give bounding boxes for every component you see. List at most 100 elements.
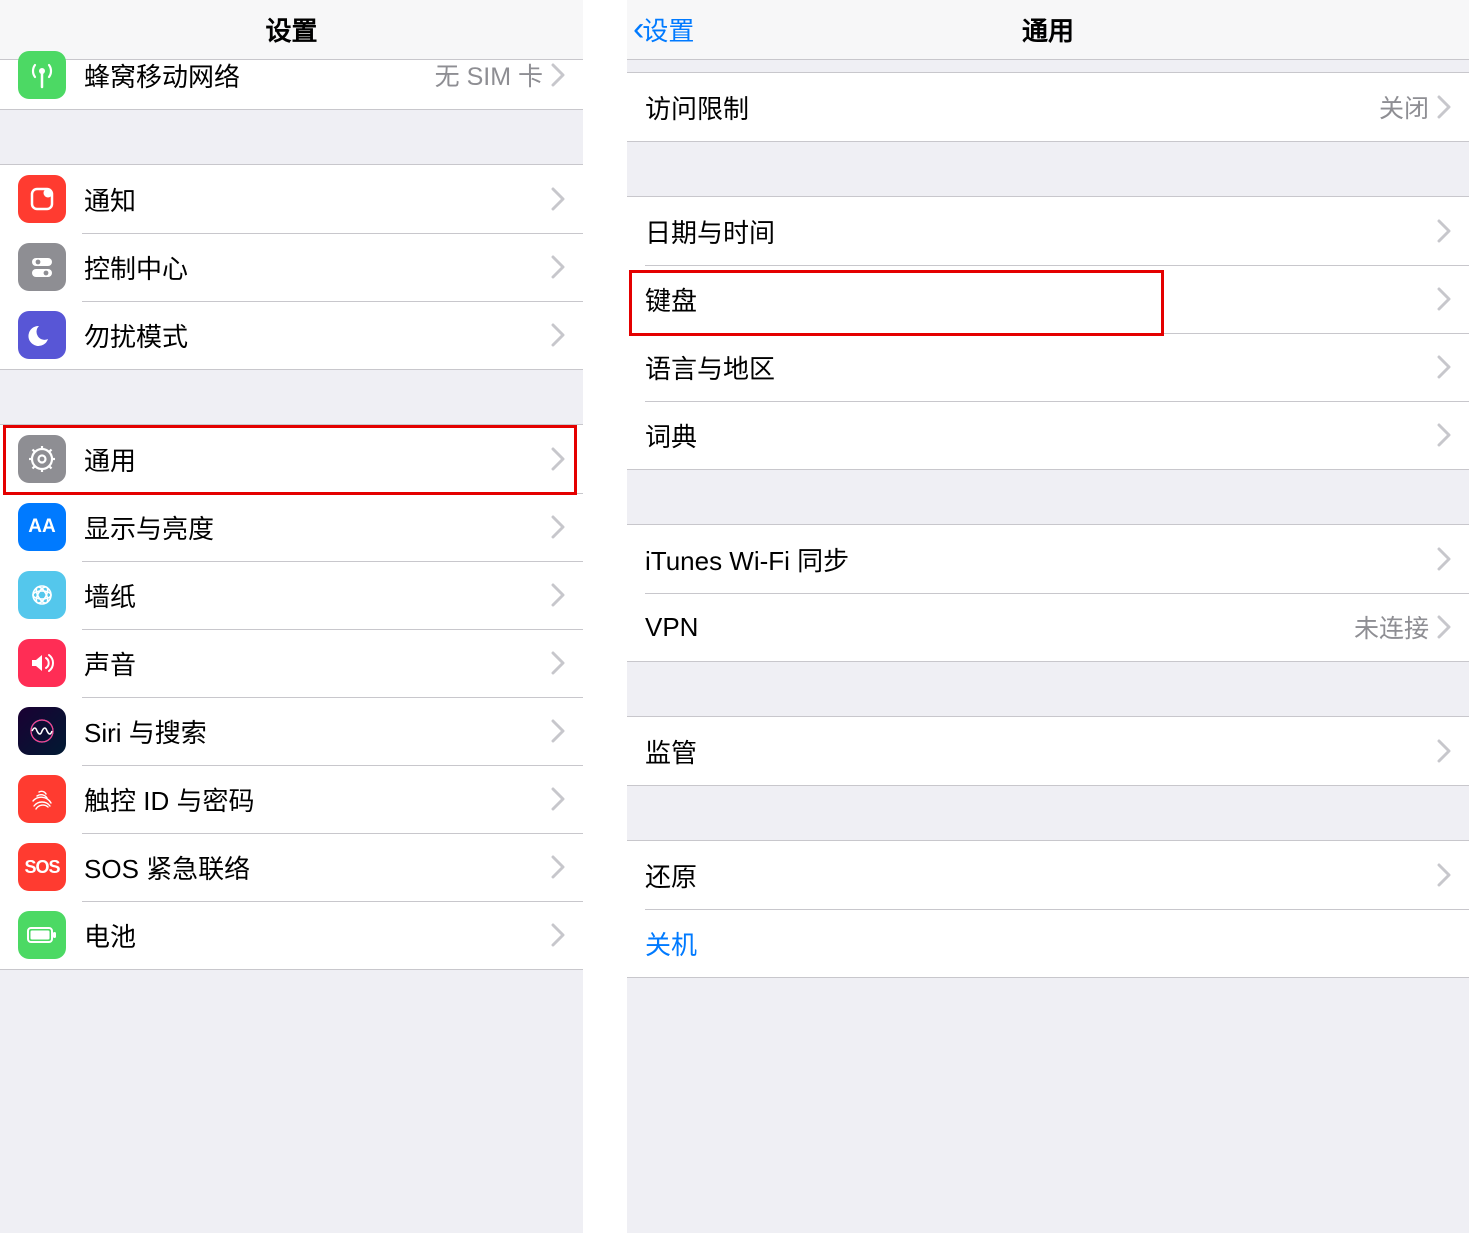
row-label: SOS 紧急联络 bbox=[84, 849, 551, 886]
group-spacer bbox=[627, 786, 1469, 840]
row-restrictions[interactable]: 访问限制 关闭 bbox=[627, 73, 1469, 141]
row-touchid[interactable]: 触控 ID 与密码 bbox=[0, 765, 583, 833]
dnd-icon bbox=[18, 311, 66, 359]
row-label: 声音 bbox=[84, 645, 551, 682]
group-spacer bbox=[0, 370, 583, 424]
navbar: ‹ 设置 通用 bbox=[627, 0, 1469, 60]
cellular-icon bbox=[18, 51, 66, 99]
chevron-right-icon bbox=[1437, 355, 1451, 379]
control-center-icon bbox=[18, 243, 66, 291]
screenshot-gap bbox=[583, 0, 627, 1233]
row-control-center[interactable]: 控制中心 bbox=[0, 233, 583, 301]
group-spacer bbox=[627, 662, 1469, 716]
settings-group: 通知 控制中心 勿扰模式 bbox=[0, 164, 583, 370]
row-shutdown[interactable]: 关机 bbox=[627, 909, 1469, 977]
chevron-right-icon bbox=[551, 719, 565, 743]
general-group: 日期与时间 键盘 语言与地区 词典 bbox=[627, 196, 1469, 470]
sos-icon: SOS bbox=[18, 843, 66, 891]
general-screen: ‹ 设置 通用 访问限制 关闭 日期与时间 键盘 语言与地区 词典 bbox=[627, 0, 1469, 1233]
nav-title: 通用 bbox=[1022, 11, 1074, 48]
settings-screen: 设置 蜂窝移动网络 无 SIM 卡 通知 控制中心 bbox=[0, 0, 583, 1233]
chevron-right-icon bbox=[551, 63, 565, 87]
row-notifications[interactable]: 通知 bbox=[0, 165, 583, 233]
row-date-time[interactable]: 日期与时间 bbox=[627, 197, 1469, 265]
row-sos[interactable]: SOS SOS 紧急联络 bbox=[0, 833, 583, 901]
row-label: 触控 ID 与密码 bbox=[84, 781, 551, 818]
nav-back-label: 设置 bbox=[642, 11, 694, 48]
chevron-right-icon bbox=[1437, 863, 1451, 887]
chevron-right-icon bbox=[551, 651, 565, 675]
row-label: 蜂窝移动网络 bbox=[84, 57, 435, 94]
row-label: 通用 bbox=[84, 441, 551, 478]
row-value: 未连接 bbox=[1354, 609, 1429, 645]
chevron-right-icon bbox=[1437, 547, 1451, 571]
chevron-right-icon bbox=[551, 447, 565, 471]
row-label: 日期与时间 bbox=[645, 213, 1437, 250]
chevron-right-icon bbox=[551, 323, 565, 347]
row-label: 访问限制 bbox=[645, 89, 1379, 126]
chevron-right-icon bbox=[551, 255, 565, 279]
general-group: 访问限制 关闭 bbox=[627, 72, 1469, 142]
row-general[interactable]: 通用 bbox=[0, 425, 583, 493]
chevron-right-icon bbox=[551, 515, 565, 539]
general-group: 还原 关机 bbox=[627, 840, 1469, 978]
chevron-right-icon bbox=[1437, 615, 1451, 639]
row-dictionary[interactable]: 词典 bbox=[627, 401, 1469, 469]
row-label: 监管 bbox=[645, 733, 1437, 770]
row-label: 词典 bbox=[645, 417, 1437, 454]
row-language-region[interactable]: 语言与地区 bbox=[627, 333, 1469, 401]
row-keyboard[interactable]: 键盘 bbox=[627, 265, 1469, 333]
row-label: 键盘 bbox=[645, 281, 1437, 318]
row-label: 电池 bbox=[84, 917, 551, 954]
row-label: 通知 bbox=[84, 181, 551, 218]
group-spacer bbox=[627, 60, 1469, 72]
row-dnd[interactable]: 勿扰模式 bbox=[0, 301, 583, 369]
notifications-icon bbox=[18, 175, 66, 223]
group-spacer bbox=[627, 470, 1469, 524]
general-group: iTunes Wi-Fi 同步 VPN 未连接 bbox=[627, 524, 1469, 662]
settings-group: 通用 AA 显示与亮度 墙纸 声音 Siri 与搜索 bbox=[0, 424, 583, 970]
chevron-right-icon bbox=[1437, 423, 1451, 447]
row-regulatory[interactable]: 监管 bbox=[627, 717, 1469, 785]
chevron-right-icon bbox=[1437, 287, 1451, 311]
wallpaper-icon bbox=[18, 571, 66, 619]
row-cellular[interactable]: 蜂窝移动网络 无 SIM 卡 bbox=[0, 41, 583, 109]
row-value: 关闭 bbox=[1379, 89, 1429, 125]
row-siri[interactable]: Siri 与搜索 bbox=[0, 697, 583, 765]
row-label: 勿扰模式 bbox=[84, 317, 551, 354]
chevron-right-icon bbox=[551, 923, 565, 947]
row-vpn[interactable]: VPN 未连接 bbox=[627, 593, 1469, 661]
row-sounds[interactable]: 声音 bbox=[0, 629, 583, 697]
settings-group: 蜂窝移动网络 无 SIM 卡 bbox=[0, 40, 583, 110]
sounds-icon bbox=[18, 639, 66, 687]
display-icon: AA bbox=[18, 503, 66, 551]
chevron-right-icon bbox=[1437, 95, 1451, 119]
row-value: 无 SIM 卡 bbox=[435, 57, 543, 93]
chevron-right-icon bbox=[551, 187, 565, 211]
row-label: 还原 bbox=[645, 857, 1437, 894]
battery-icon bbox=[18, 911, 66, 959]
row-label: VPN bbox=[645, 612, 1354, 643]
row-label: 墙纸 bbox=[84, 577, 551, 614]
group-spacer bbox=[627, 142, 1469, 196]
chevron-right-icon bbox=[551, 855, 565, 879]
row-reset[interactable]: 还原 bbox=[627, 841, 1469, 909]
chevron-right-icon bbox=[551, 583, 565, 607]
chevron-right-icon bbox=[551, 787, 565, 811]
row-label: Siri 与搜索 bbox=[84, 713, 551, 750]
nav-back-button[interactable]: ‹ 设置 bbox=[633, 0, 694, 59]
row-display[interactable]: AA 显示与亮度 bbox=[0, 493, 583, 561]
row-itunes-wifi-sync[interactable]: iTunes Wi-Fi 同步 bbox=[627, 525, 1469, 593]
row-label: 显示与亮度 bbox=[84, 509, 551, 546]
chevron-right-icon bbox=[1437, 739, 1451, 763]
touchid-icon bbox=[18, 775, 66, 823]
row-battery[interactable]: 电池 bbox=[0, 901, 583, 969]
siri-icon bbox=[18, 707, 66, 755]
chevron-right-icon bbox=[1437, 219, 1451, 243]
row-wallpaper[interactable]: 墙纸 bbox=[0, 561, 583, 629]
row-label: iTunes Wi-Fi 同步 bbox=[645, 541, 1437, 578]
group-spacer bbox=[0, 110, 583, 164]
general-group: 监管 bbox=[627, 716, 1469, 786]
row-label: 关机 bbox=[645, 925, 1451, 962]
row-label: 控制中心 bbox=[84, 249, 551, 286]
